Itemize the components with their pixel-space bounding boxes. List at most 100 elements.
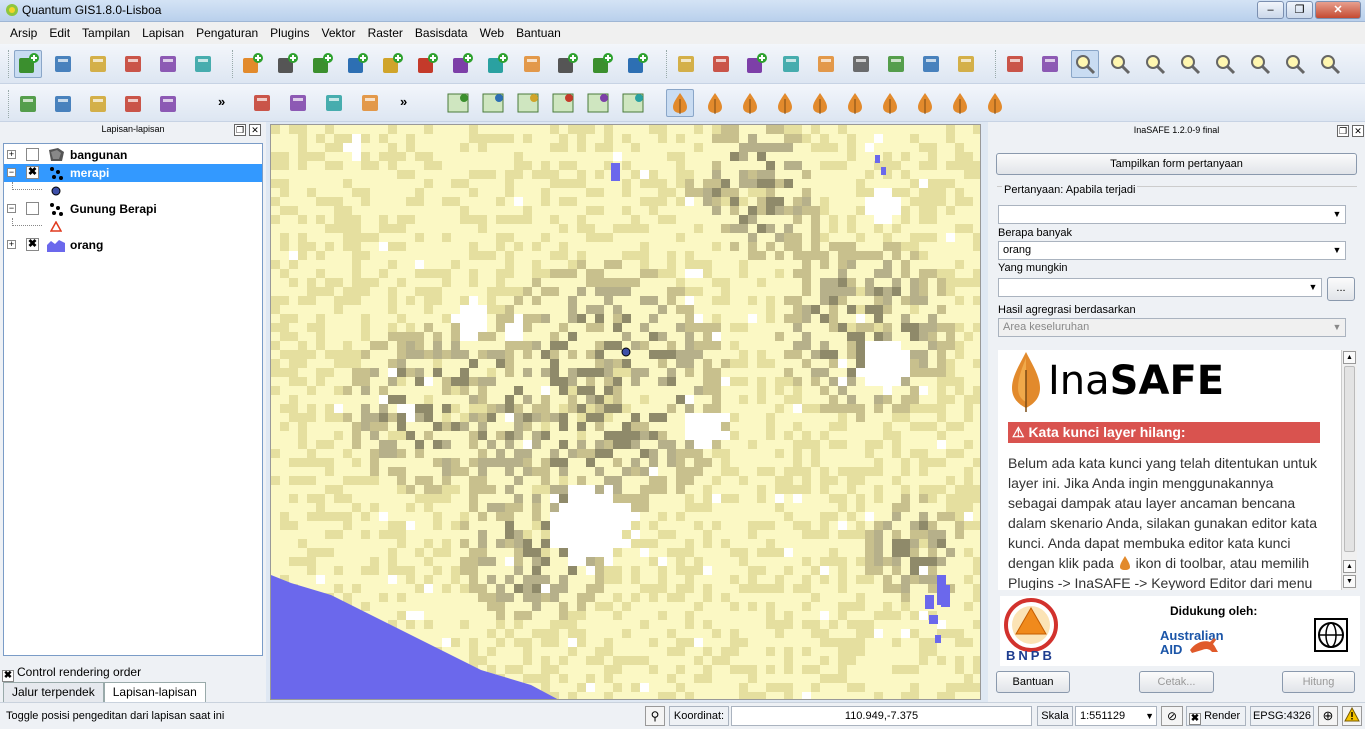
- tab-jalur-terpendek[interactable]: Jalur terpendek: [3, 682, 104, 702]
- function-combo[interactable]: ▼: [998, 278, 1322, 297]
- zoom-next-icon[interactable]: [1316, 50, 1344, 78]
- render-checkbox[interactable]: ✖: [1189, 713, 1201, 725]
- minimum-needs-icon[interactable]: [771, 89, 799, 117]
- delete-selected-icon[interactable]: [847, 50, 875, 78]
- add-spatialite-layer-icon[interactable]: [343, 50, 371, 78]
- deselect-icon[interactable]: [119, 90, 147, 118]
- menu-basisdata[interactable]: Basisdata: [409, 26, 474, 40]
- layer-visibility-checkbox[interactable]: ✖: [26, 166, 39, 179]
- map-raster[interactable]: [271, 125, 981, 700]
- menu-tampilan[interactable]: Tampilan: [76, 26, 136, 40]
- batch-icon[interactable]: [946, 89, 974, 117]
- coordinate-field[interactable]: 110.949,-7.375: [731, 706, 1032, 726]
- zoom-full-icon[interactable]: [1176, 50, 1204, 78]
- inasafe-dock-icon[interactable]: [666, 89, 694, 117]
- pan-icon[interactable]: [1001, 50, 1029, 78]
- collapse-icon[interactable]: −: [7, 168, 16, 177]
- layer-visibility-checkbox[interactable]: [26, 202, 39, 215]
- zoom-in-icon[interactable]: [1071, 50, 1099, 78]
- mouse-coordinate-toggle-icon[interactable]: ⚲: [645, 706, 665, 726]
- layer-tree[interactable]: + bangunan − ✖ merapi − Gunung Berapi +: [3, 143, 263, 656]
- menu-lapisan[interactable]: Lapisan: [136, 26, 190, 40]
- zoom-out-icon[interactable]: [1106, 50, 1134, 78]
- new-project-icon[interactable]: [14, 50, 42, 78]
- close-button[interactable]: ✕: [1315, 1, 1361, 19]
- layer-visibility-checkbox[interactable]: ✖: [26, 238, 39, 251]
- collapse-icon[interactable]: −: [7, 204, 16, 213]
- control-rendering-checkbox[interactable]: ✖: [2, 670, 14, 682]
- new-shapefile-icon[interactable]: [483, 50, 511, 78]
- actions-icon[interactable]: [49, 90, 77, 118]
- options-icon[interactable]: [911, 89, 939, 117]
- menu-plugins[interactable]: Plugins: [264, 26, 315, 40]
- toolbar-grip[interactable]: [666, 50, 668, 78]
- new-spatialite-icon[interactable]: [588, 50, 616, 78]
- move-feature-icon[interactable]: [777, 50, 805, 78]
- menu-edit[interactable]: Edit: [43, 26, 76, 40]
- menu-web[interactable]: Web: [474, 26, 510, 40]
- hazard-combo[interactable]: ▼: [998, 205, 1346, 224]
- add-wcs-layer-icon[interactable]: [553, 50, 581, 78]
- openlayers-3-icon[interactable]: [514, 89, 542, 117]
- overflow-chevron[interactable]: »: [400, 94, 407, 109]
- copy-features-icon[interactable]: [917, 50, 945, 78]
- menu-bantuan[interactable]: Bantuan: [510, 26, 567, 40]
- add-raster-layer-icon[interactable]: [273, 50, 301, 78]
- minimize-button[interactable]: –: [1257, 1, 1284, 19]
- toolbar-grip[interactable]: [8, 50, 10, 78]
- control-rendering-order[interactable]: ✖ Control rendering order: [2, 665, 141, 682]
- print-button[interactable]: Cetak...: [1139, 671, 1214, 693]
- add-vector-layer-icon[interactable]: [238, 50, 266, 78]
- shakemap-icon[interactable]: [806, 89, 834, 117]
- raster-calc-icon[interactable]: [320, 89, 348, 117]
- add-wfs-layer-icon[interactable]: [448, 50, 476, 78]
- remove-layer-icon[interactable]: [518, 50, 546, 78]
- message-scrollbar[interactable]: ▲ ▲ ▼: [1341, 350, 1357, 590]
- print-icon[interactable]: [189, 50, 217, 78]
- show-question-form-button[interactable]: Tampilkan form pertanyaan: [996, 153, 1357, 175]
- identify-icon[interactable]: [14, 90, 42, 118]
- menu-arsip[interactable]: Arsip: [4, 26, 43, 40]
- add-postgis-layer-icon[interactable]: [308, 50, 336, 78]
- georeferencer-icon[interactable]: [248, 89, 276, 117]
- close-panel-icon[interactable]: ✕: [1352, 125, 1364, 137]
- attribute-table-icon[interactable]: [154, 90, 182, 118]
- save-scenario-icon[interactable]: [981, 89, 1009, 117]
- save-as-icon[interactable]: [119, 50, 147, 78]
- converter-icon[interactable]: [876, 89, 904, 117]
- crs-status[interactable]: EPSG:4326: [1250, 706, 1314, 726]
- expand-icon[interactable]: +: [7, 150, 16, 159]
- layer-visibility-checkbox[interactable]: [26, 148, 39, 161]
- add-wms-layer-icon[interactable]: [413, 50, 441, 78]
- scale-combo[interactable]: 1:551129 ▼: [1075, 706, 1157, 726]
- impact-function-icon[interactable]: [736, 89, 764, 117]
- projection-icon[interactable]: ⊕: [1318, 706, 1338, 726]
- scroll-up-icon[interactable]: ▲: [1343, 351, 1356, 364]
- toolbar-grip[interactable]: [232, 50, 234, 78]
- save-project-icon[interactable]: [84, 50, 112, 78]
- print-composer-icon[interactable]: [154, 50, 182, 78]
- map-canvas[interactable]: [270, 124, 981, 700]
- pan-to-selection-icon[interactable]: [1036, 50, 1064, 78]
- keyword-editor-icon[interactable]: [701, 89, 729, 117]
- add-mssql-layer-icon[interactable]: [378, 50, 406, 78]
- cut-features-icon[interactable]: [882, 50, 910, 78]
- openlayers-4-icon[interactable]: [549, 89, 577, 117]
- zoom-to-selection-icon[interactable]: [1211, 50, 1239, 78]
- aggregation-combo[interactable]: Area keseluruhan ▼: [998, 318, 1346, 337]
- render-toggle[interactable]: ✖ Render: [1186, 706, 1246, 726]
- open-project-icon[interactable]: [49, 50, 77, 78]
- node-tool-icon[interactable]: [812, 50, 840, 78]
- toolbar-grip[interactable]: [8, 90, 10, 118]
- float-panel-icon[interactable]: ❐: [234, 124, 246, 136]
- openlayers-5-icon[interactable]: [584, 89, 612, 117]
- layer-row-merapi[interactable]: − ✖ merapi: [4, 164, 262, 182]
- tab-lapisan-lapisan[interactable]: Lapisan-lapisan: [103, 682, 206, 702]
- expand-icon[interactable]: +: [7, 240, 16, 249]
- layer-row-orang[interactable]: + ✖ orang: [4, 236, 262, 254]
- help-button[interactable]: Bantuan: [996, 671, 1070, 693]
- openlayers-6-icon[interactable]: [619, 89, 647, 117]
- add-feature-icon[interactable]: [742, 50, 770, 78]
- elephant-icon[interactable]: [356, 89, 384, 117]
- close-panel-icon[interactable]: ✕: [249, 124, 261, 136]
